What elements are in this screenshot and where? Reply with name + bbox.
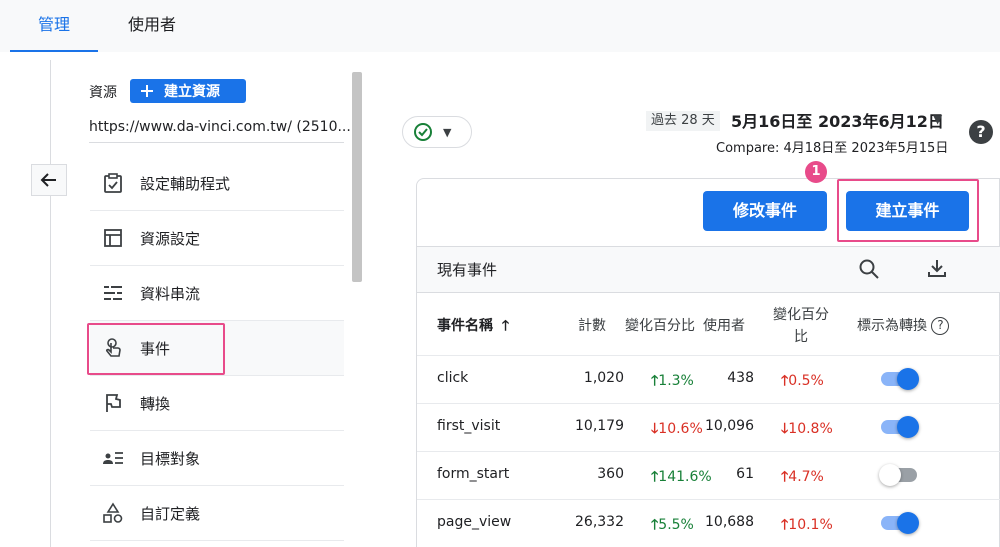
data-stream-icon	[101, 281, 125, 305]
sidebar-item-label: 轉換	[140, 394, 171, 413]
date-caret-down-icon[interactable]: ▼	[933, 112, 942, 126]
search-icon[interactable]	[858, 258, 880, 284]
sidebar-item-conversions[interactable]: 轉換	[90, 376, 344, 431]
event-count: 1,020	[583, 370, 624, 386]
arrow-up-icon: 🡑	[501, 318, 510, 334]
users-change: 🡑0.5%	[781, 373, 824, 389]
event-users: 438	[727, 370, 754, 386]
comparison-filter-chip[interactable]: ▼	[402, 116, 472, 148]
table-divider	[417, 451, 1000, 452]
event-count: 10,179	[575, 418, 624, 434]
sidebar-item-setup-assistant[interactable]: 設定輔助程式	[90, 156, 344, 211]
conversion-toggle[interactable]	[879, 511, 919, 535]
plus-icon	[141, 85, 153, 97]
table-divider	[417, 403, 1000, 404]
top-tab-bar: 管理 使用者	[0, 0, 1000, 52]
resource-url[interactable]: https://www.da-vinci.com.tw/ (2510...	[89, 119, 351, 135]
tab-admin[interactable]: 管理	[10, 0, 98, 52]
column-header-users[interactable]: 使用者	[703, 315, 745, 335]
url-underline	[89, 142, 344, 143]
table-divider	[417, 355, 1000, 356]
step-number-badge: 1	[805, 161, 827, 183]
count-change: 🡑5.5%	[651, 517, 694, 533]
event-users: 10,096	[705, 418, 754, 434]
resource-label: 資源	[89, 85, 117, 101]
sidebar-item-label: 資源設定	[140, 229, 201, 248]
shapes-icon	[101, 501, 125, 525]
count-change: 🡑1.3%	[651, 373, 694, 389]
sidebar-item-custom-definitions[interactable]: 自訂定義	[90, 486, 344, 541]
sidebar-item-data-streams[interactable]: 資料串流	[90, 266, 344, 321]
caret-down-icon: ▼	[443, 125, 452, 139]
clipboard-check-icon	[101, 171, 125, 195]
sidebar-scrollbar[interactable]	[352, 72, 362, 282]
sidebar-item-resource-settings[interactable]: 資源設定	[90, 211, 344, 266]
count-change: 🡓10.6%	[651, 421, 703, 437]
column-header-users-change-2[interactable]: 比	[794, 326, 808, 346]
modify-event-button[interactable]: 修改事件	[703, 191, 827, 231]
table-divider	[417, 499, 1000, 500]
event-name[interactable]: first_visit	[437, 418, 500, 434]
conversion-toggle[interactable]	[879, 463, 919, 487]
compare-range-text: Compare: 4月18日至 2023年5月15日	[716, 141, 949, 156]
events-section-title: 現有事件	[437, 261, 498, 279]
column-header-users-change-1[interactable]: 變化百分	[773, 304, 829, 324]
create-resource-label: 建立資源	[164, 84, 220, 100]
conversion-toggle[interactable]	[879, 415, 919, 439]
users-change: 🡑10.1%	[781, 517, 833, 533]
column-header-count[interactable]: 計數	[578, 315, 606, 335]
audience-icon	[101, 446, 125, 470]
layout-icon	[101, 226, 125, 250]
flag-icon	[101, 391, 125, 415]
sidebar-item-label: 目標對象	[140, 449, 201, 468]
tab-user[interactable]: 使用者	[108, 0, 196, 52]
column-header-mark-conversion[interactable]: 標示為轉換 ?	[857, 315, 950, 335]
date-range-picker[interactable]: 5月16日至 2023年6月12日	[731, 108, 944, 132]
create-event-highlight-box	[837, 179, 979, 242]
sidebar-item-label: 設定輔助程式	[140, 174, 231, 193]
event-count: 360	[597, 466, 624, 482]
users-change: 🡑4.7%	[781, 469, 824, 485]
date-preset-badge: 過去 28 天	[646, 111, 720, 131]
conversion-toggle[interactable]	[879, 367, 919, 391]
event-users: 61	[736, 466, 754, 482]
sidebar-item-label: 資料串流	[140, 284, 201, 303]
column-header-count-change[interactable]: 變化百分比	[625, 315, 695, 335]
event-count: 26,332	[575, 514, 624, 530]
event-users: 10,688	[705, 514, 754, 530]
column-header-event-name[interactable]: 事件名稱 🡑	[437, 315, 509, 339]
events-section-header	[417, 246, 1000, 293]
sidebar-item-label: 自訂定義	[140, 504, 201, 523]
help-icon[interactable]: ?	[931, 317, 950, 335]
event-name[interactable]: form_start	[437, 466, 509, 482]
back-button[interactable]	[31, 164, 67, 196]
events-highlight-box	[87, 323, 225, 375]
help-icon[interactable]: ?	[969, 120, 993, 144]
arrow-left-icon	[40, 173, 56, 187]
download-icon[interactable]	[926, 257, 948, 283]
panel-divider	[50, 60, 51, 547]
create-resource-button[interactable]: 建立資源	[130, 79, 246, 103]
check-circle-icon	[414, 123, 432, 141]
users-change: 🡓10.8%	[781, 421, 833, 437]
event-name[interactable]: click	[437, 370, 468, 386]
sidebar-item-audiences[interactable]: 目標對象	[90, 431, 344, 486]
event-name[interactable]: page_view	[437, 514, 511, 530]
